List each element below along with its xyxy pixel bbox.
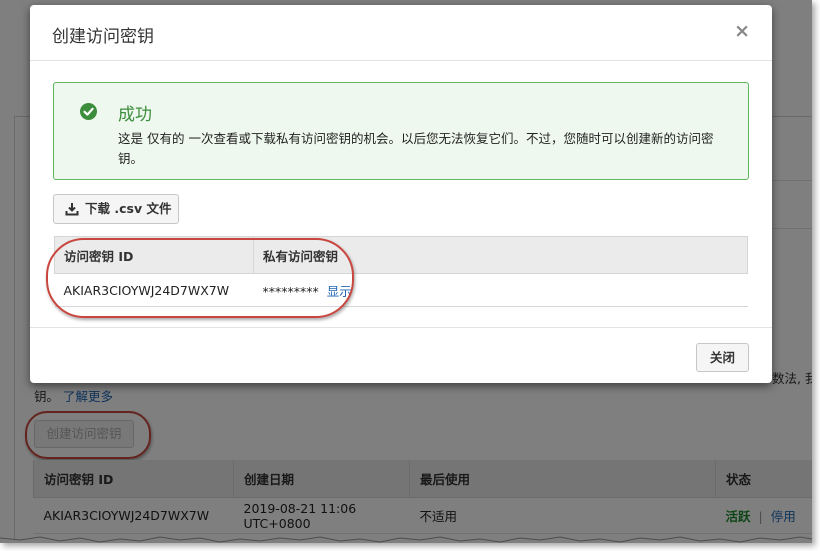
masked-secret: ********* [262,283,319,299]
cell-key-id: AKIAR3CIOYWJ24D7WX7W [54,273,254,307]
success-alert: 成功 这是 仅有的 一次查看或下载私有访问密钥的机会。以后您无法恢复它们。不过，… [53,82,749,180]
alert-title: 成功 [118,105,152,125]
download-icon [65,203,79,216]
close-button[interactable]: 关闭 [696,343,749,372]
close-icon[interactable]: × [734,20,750,42]
download-csv-button[interactable]: 下载 .csv 文件 [53,194,179,224]
column-header-key-id: 访问密钥 ID [54,236,254,274]
dialog-footer: 关闭 [30,327,772,384]
alert-message: 这是 仅有的 一次查看或下载私有访问密钥的机会。以后您无法恢复它们。不过，您随时… [118,131,714,166]
show-secret-link[interactable]: 显示 [327,284,352,299]
dialog-header: 创建访问密钥 × [30,5,772,61]
column-header-secret-key: 私有访问密钥 [253,236,748,274]
check-circle-icon [80,103,97,120]
dialog-title: 创建访问密钥 [52,27,154,47]
table-row: AKIAR3CIOYWJ24D7WX7W ********* 显示 [54,273,748,307]
create-access-key-dialog: 创建访问密钥 × 成功 这是 仅有的 一次查看或下载私有访问密钥的机会。以后您无… [30,5,772,383]
table-header-row: 访问密钥 ID 私有访问密钥 [54,236,748,274]
new-key-table: 访问密钥 ID 私有访问密钥 AKIAR3CIOYWJ24D7WX7W ****… [54,236,748,307]
download-csv-label: 下载 .csv 文件 [85,201,172,216]
cell-secret-key: ********* 显示 [253,273,748,307]
